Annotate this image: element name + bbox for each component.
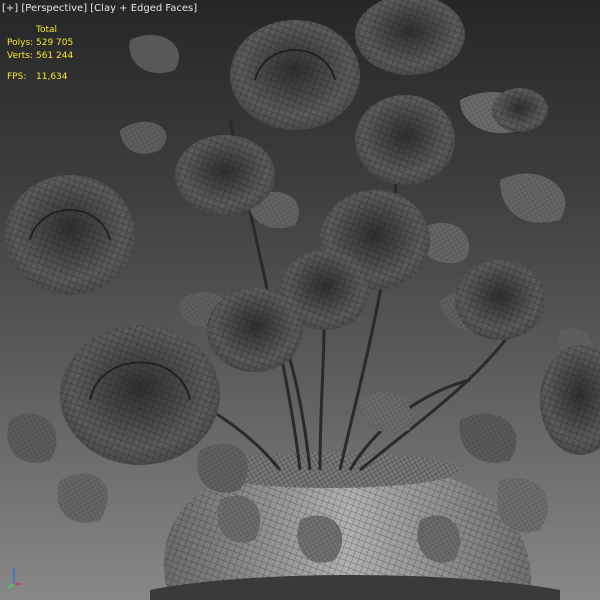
3d-viewport[interactable]: [+] [Perspective] [Clay + Edged Faces] T… (0, 0, 600, 600)
rose-right (455, 260, 545, 340)
rose-large-bottom-left (60, 325, 220, 465)
polys-label: Polys: (7, 38, 34, 48)
statistics-overlay: Total Polys: 529 705 Verts: 561 244 FPS:… (7, 24, 73, 84)
verts-value: 561 244 (36, 51, 74, 61)
viewport-shading-menu[interactable]: [Clay + Edged Faces] (90, 3, 197, 14)
rose-bud-right (492, 88, 548, 132)
stats-spacer (7, 63, 73, 71)
rose-top-right (355, 0, 465, 75)
viewport-plus-menu[interactable]: [+] (2, 3, 18, 14)
fps-value: 11,634 (36, 72, 68, 82)
axis-gizmo-icon (4, 562, 24, 590)
polys-value: 529 705 (36, 38, 74, 48)
verts-row: Verts: 561 244 (7, 50, 73, 63)
stats-header: Total (36, 25, 58, 35)
verts-label: Verts: (7, 51, 33, 61)
rose-center-right (355, 95, 455, 185)
roses[interactable] (5, 0, 600, 465)
scene-render[interactable] (0, 0, 600, 600)
viewport-label-menu[interactable]: [+] [Perspective] [Clay + Edged Faces] (2, 3, 197, 14)
viewport-view-menu[interactable]: [Perspective] (21, 3, 87, 14)
rose-left-mid (175, 135, 275, 215)
fps-row: FPS: 11,634 (7, 71, 73, 84)
rose-large-left (5, 175, 135, 295)
rose-top-center (230, 20, 360, 130)
polys-row: Polys: 529 705 (7, 37, 73, 50)
rose-mid-left-lower (207, 288, 303, 372)
rose-far-right (540, 345, 600, 455)
fps-label: FPS: (7, 72, 27, 82)
